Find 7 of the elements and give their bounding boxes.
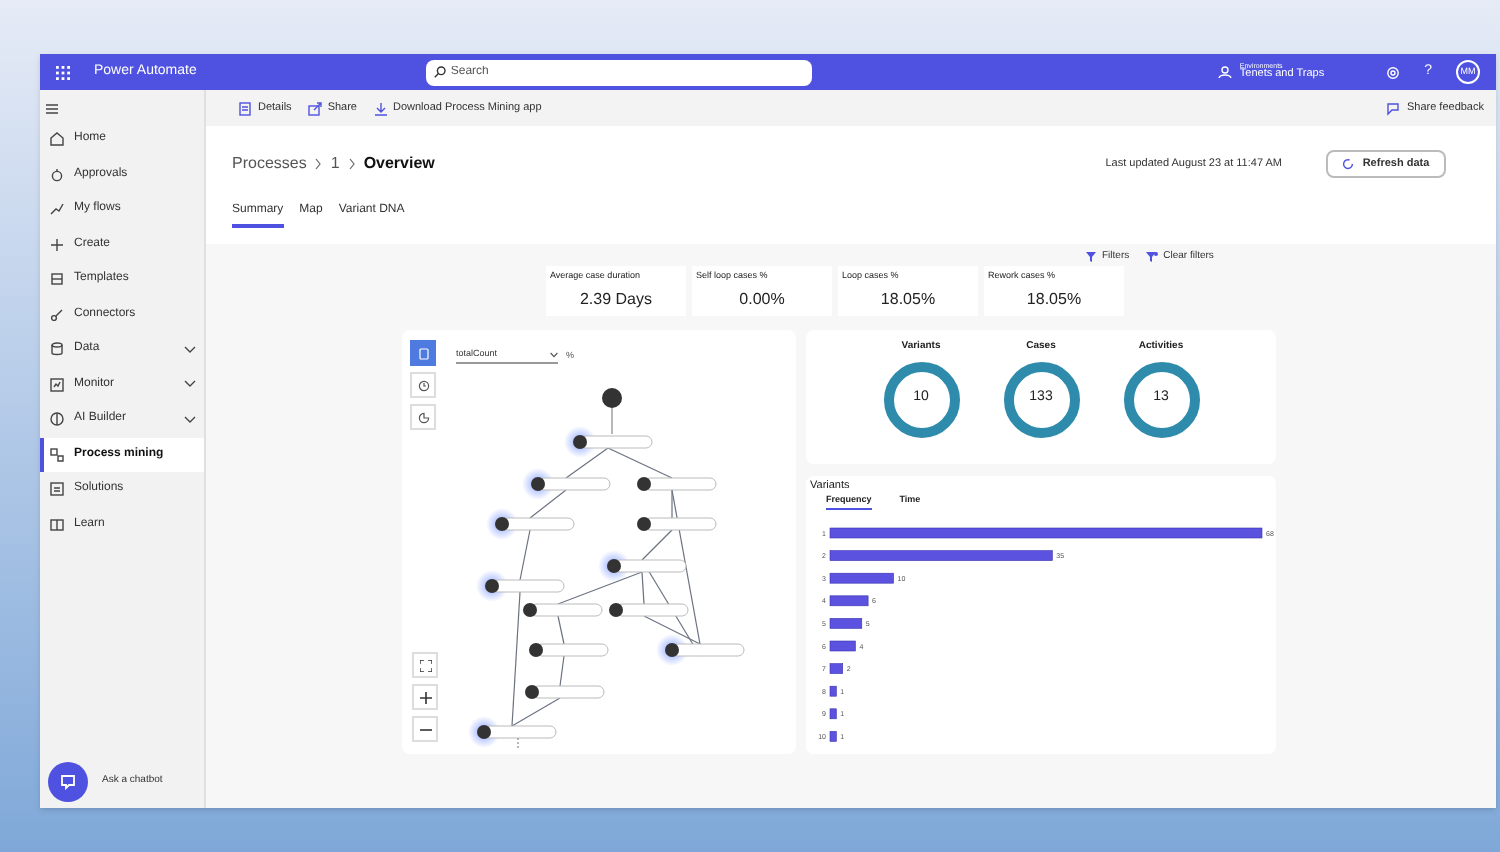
breadcrumb-current: Overview [363,152,435,176]
kpi-value: 2.39 Days [577,287,655,312]
kpi-value: 18.05% [1024,287,1084,312]
breadcrumb-link[interactable]: Processes [232,152,307,176]
kpi-value: 0.00% [737,287,787,312]
kpi-value: 18.05% [878,287,938,312]
breadcrumb-link[interactable]: 1 [330,152,340,176]
